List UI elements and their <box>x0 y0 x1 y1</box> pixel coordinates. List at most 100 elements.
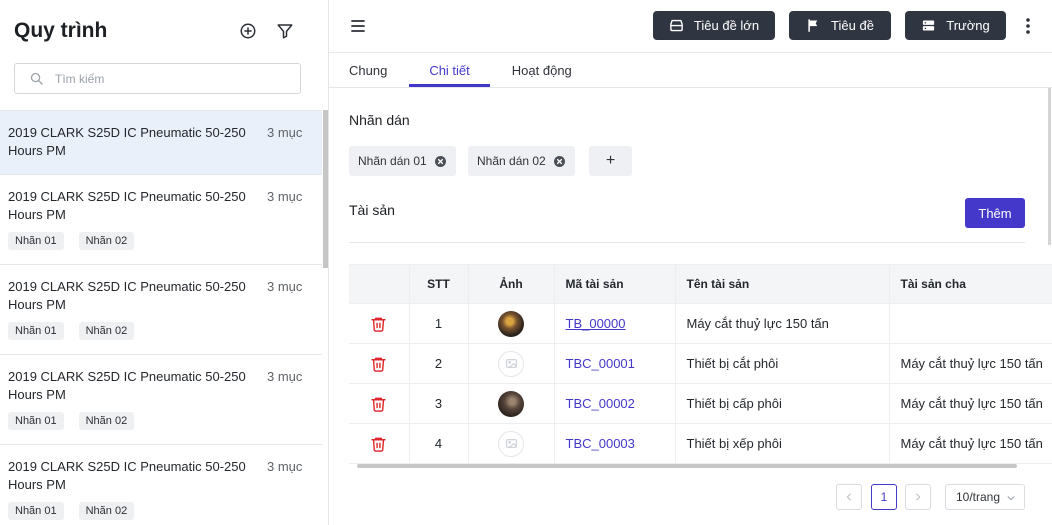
workflow-item-count: 3 mục <box>267 125 303 140</box>
table-row[interactable]: 4 TBC_00003 Thiết bị xếp phôi Máy cắt th… <box>349 423 1052 464</box>
sidebar-title: Quy trình <box>14 19 108 42</box>
field-button[interactable]: Trường <box>905 11 1006 40</box>
tag-badge: Nhãn 01 <box>8 502 64 520</box>
x-circle-icon[interactable] <box>553 155 565 167</box>
workflow-title: 2019 CLARK S25D IC Pneumatic 50-250 Hour… <box>8 369 246 402</box>
asset-thumbnail[interactable] <box>498 390 524 417</box>
flag-icon <box>806 18 821 33</box>
workflow-item-count: 3 mục <box>267 369 303 384</box>
stt-cell: 3 <box>409 383 469 424</box>
workflow-list-item[interactable]: 2019 CLARK S25D IC Pneumatic 50-250 Hour… <box>0 175 322 265</box>
workflow-title: 2019 CLARK S25D IC Pneumatic 50-250 Hour… <box>8 125 246 158</box>
table-row[interactable]: 1 TB_00000 Máy cắt thuỷ lực 150 tấn <box>349 303 1052 344</box>
assets-section-title: Tài sản <box>349 202 395 218</box>
image-column-header: Ảnh <box>468 264 555 304</box>
asset-code-link[interactable]: TBC_00001 <box>566 356 635 371</box>
chevron-left-icon <box>844 492 854 502</box>
prev-page-button[interactable] <box>836 484 862 510</box>
field-button-label: Trường <box>946 18 990 33</box>
sidebar-scrollbar[interactable] <box>323 110 328 268</box>
image-placeholder-icon <box>505 437 518 450</box>
app-window: Quy trình 2019 CLARK S25D IC Pneumatic 5… <box>0 0 1052 525</box>
workflow-list: 2019 CLARK S25D IC Pneumatic 50-250 Hour… <box>0 110 322 525</box>
workflow-title: 2019 CLARK S25D IC Pneumatic 50-250 Hour… <box>8 279 246 312</box>
code-cell: TBC_00001 <box>554 343 676 384</box>
x-circle-icon[interactable] <box>434 155 446 167</box>
workflow-list-item[interactable]: 2019 CLARK S25D IC Pneumatic 50-250 Hour… <box>0 265 322 355</box>
page-size-select[interactable]: 10/trang <box>945 484 1025 510</box>
image-cell <box>468 343 555 384</box>
workflow-item-count: 3 mục <box>267 459 303 474</box>
image-cell <box>468 383 555 424</box>
trash-icon[interactable] <box>370 395 388 413</box>
asset-code-link[interactable]: TBC_00002 <box>566 396 635 411</box>
asset-thumbnail[interactable] <box>498 430 524 457</box>
workflow-item-count: 3 mục <box>267 279 303 294</box>
name-column-header: Tên tài sản <box>675 264 890 304</box>
hamburger-icon[interactable] <box>350 18 366 34</box>
table-header-row: STT Ảnh Mã tài sản Tên tài sản Tài sản c… <box>349 264 1052 304</box>
row-actions-cell <box>349 383 410 424</box>
stt-column-header: STT <box>409 264 469 304</box>
asset-code-link[interactable]: TBC_00003 <box>566 436 635 451</box>
next-page-button[interactable] <box>905 484 931 510</box>
title-button-label: Tiêu đề <box>831 18 874 33</box>
actions-column-header <box>349 264 410 304</box>
tab-general[interactable]: Chung <box>329 53 407 87</box>
kebab-icon[interactable] <box>1023 17 1033 35</box>
workflow-list-item[interactable]: 2019 CLARK S25D IC Pneumatic 50-250 Hour… <box>0 111 322 175</box>
tab-bar: Chung Chi tiết Hoạt động <box>329 53 1052 88</box>
add-asset-button[interactable]: Thêm <box>965 198 1025 228</box>
sidebar: Quy trình 2019 CLARK S25D IC Pneumatic 5… <box>0 0 329 525</box>
parent-column-header: Tài sản cha <box>889 264 1052 304</box>
workflow-list-item[interactable]: 2019 CLARK S25D IC Pneumatic 50-250 Hour… <box>0 355 322 445</box>
name-cell: Thiết bị cấp phôi <box>675 383 890 424</box>
tab-details[interactable]: Chi tiết <box>409 53 491 87</box>
row-actions-cell <box>349 343 410 384</box>
trash-icon[interactable] <box>370 315 388 333</box>
code-cell: TB_00000 <box>554 303 676 344</box>
add-label-button[interactable]: + <box>589 146 632 176</box>
stt-cell: 1 <box>409 303 469 344</box>
trash-icon[interactable] <box>370 355 388 373</box>
tab-activity[interactable]: Hoạt động <box>492 53 592 87</box>
large-title-button[interactable]: Tiêu đề lớn <box>653 11 775 40</box>
label-chip-text: Nhãn dán 01 <box>358 154 427 168</box>
content-vertical-scrollbar[interactable] <box>1048 88 1051 245</box>
chevron-down-icon <box>1006 493 1016 503</box>
details-content: Nhãn dán Nhãn dán 01 Nhãn dán 02 + Tài s… <box>329 88 1052 525</box>
tag-badge: Nhãn 02 <box>78 322 135 340</box>
workflow-item-count: 3 mục <box>267 189 303 204</box>
plus-circle-icon[interactable] <box>238 21 258 41</box>
tag-badge: Nhãn 02 <box>78 412 135 430</box>
asset-thumbnail[interactable] <box>498 350 524 377</box>
filter-icon[interactable] <box>275 21 295 41</box>
chevron-right-icon <box>913 492 923 502</box>
table-row[interactable]: 3 TBC_00002 Thiết bị cấp phôi Máy cắt th… <box>349 383 1052 424</box>
asset-code-link[interactable]: TB_00000 <box>566 316 626 331</box>
archive-icon <box>669 18 684 33</box>
toolbar: Tiêu đề lớn Tiêu đề Trường <box>329 0 1052 53</box>
search-input[interactable] <box>55 64 293 93</box>
image-cell <box>468 303 555 344</box>
title-button[interactable]: Tiêu đề <box>789 11 891 40</box>
label-chip[interactable]: Nhãn dán 02 <box>468 146 575 176</box>
name-cell: Thiết bị xếp phôi <box>675 423 890 464</box>
label-chip[interactable]: Nhãn dán 01 <box>349 146 456 176</box>
table-horizontal-scrollbar[interactable] <box>357 464 1017 468</box>
name-cell: Thiết bị cắt phôi <box>675 343 890 384</box>
workflow-list-item[interactable]: 2019 CLARK S25D IC Pneumatic 50-250 Hour… <box>0 445 322 524</box>
assets-table-container: STT Ảnh Mã tài sản Tên tài sản Tài sản c… <box>349 264 1052 464</box>
assets-table: STT Ảnh Mã tài sản Tên tài sản Tài sản c… <box>349 264 1052 464</box>
image-placeholder-icon <box>505 357 518 370</box>
parent-cell: Máy cắt thuỷ lực 150 tấn <box>889 423 1052 464</box>
tag-badge: Nhãn 02 <box>78 502 135 520</box>
page-button-current[interactable]: 1 <box>871 484 897 510</box>
parent-cell: Máy cắt thuỷ lực 150 tấn <box>889 343 1052 384</box>
trash-icon[interactable] <box>370 435 388 453</box>
parent-cell: Máy cắt thuỷ lực 150 tấn <box>889 383 1052 424</box>
row-actions-cell <box>349 303 410 344</box>
asset-thumbnail[interactable] <box>498 310 524 337</box>
stt-cell: 4 <box>409 423 469 464</box>
table-row[interactable]: 2 TBC_00001 Thiết bị cắt phôi Máy cắt th… <box>349 343 1052 384</box>
